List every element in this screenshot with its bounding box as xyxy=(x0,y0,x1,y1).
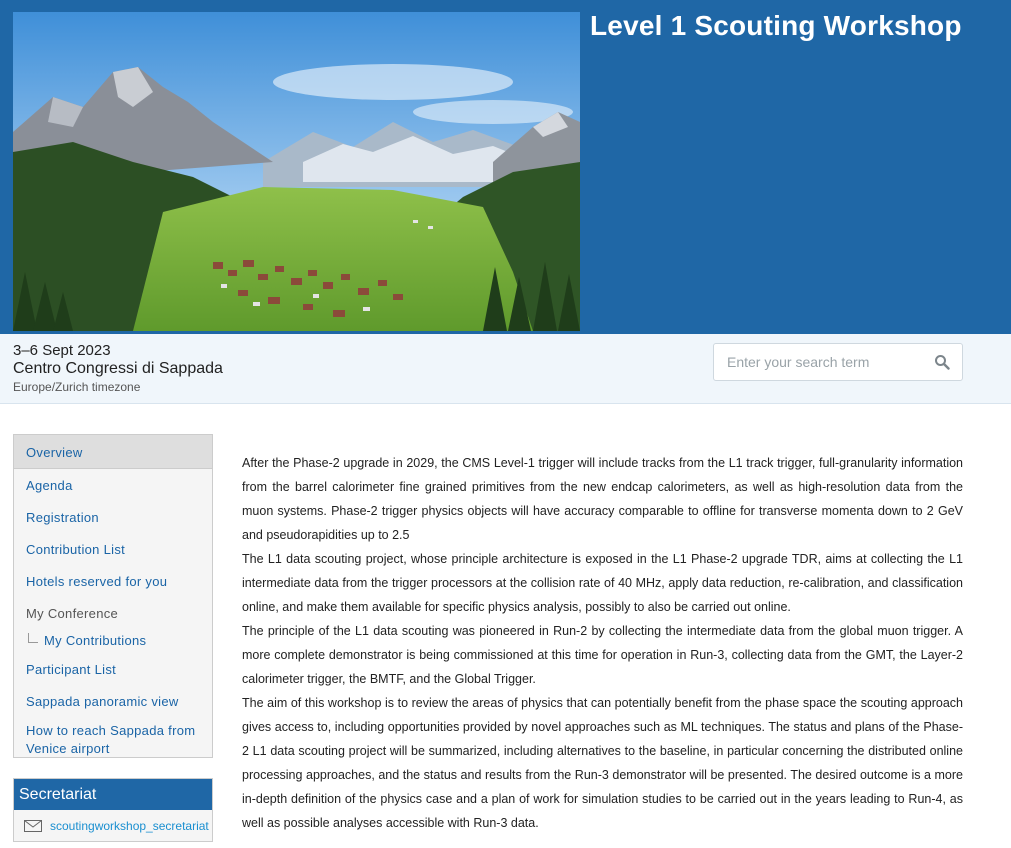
menu-item-panoramic-view[interactable]: Sappada panoramic view xyxy=(14,685,212,717)
mail-icon xyxy=(24,820,42,832)
event-dates: 3–6 Sept 2023 xyxy=(13,342,111,359)
secretariat-title: Secretariat xyxy=(14,779,212,810)
menu-item-participant-list[interactable]: Participant List xyxy=(14,653,212,685)
search-input[interactable] xyxy=(714,344,924,380)
event-menu: Overview Agenda Registration Contributio… xyxy=(13,434,213,758)
banner-image xyxy=(13,12,580,331)
description-paragraph: The aim of this workshop is to review th… xyxy=(242,696,963,830)
menu-item-my-contributions[interactable]: My Contributions xyxy=(14,629,212,653)
description-paragraph: After the Phase-2 upgrade in 2029, the C… xyxy=(242,456,963,542)
menu-item-my-conference: My Conference xyxy=(26,606,119,621)
secretariat-email: scoutingworkshop_secretariat xyxy=(50,819,209,833)
menu-item-contribution-list[interactable]: Contribution List xyxy=(14,533,212,565)
menu-item-my-contributions-label: My Contributions xyxy=(44,633,147,648)
secretariat-box: Secretariat scoutingworkshop_secretariat xyxy=(13,778,213,842)
menu-item-how-to-reach[interactable]: How to reach Sappada from Venice airport xyxy=(14,717,212,757)
event-description: After the Phase-2 upgrade in 2029, the C… xyxy=(242,451,963,835)
menu-item-hotels[interactable]: Hotels reserved for you xyxy=(14,565,212,597)
search-box[interactable] xyxy=(713,343,963,381)
menu-item-agenda[interactable]: Agenda xyxy=(14,469,212,501)
event-title[interactable]: Level 1 Scouting Workshop xyxy=(590,10,962,42)
secretariat-email-link[interactable]: scoutingworkshop_secretariat xyxy=(24,819,209,835)
sappada-landscape-image xyxy=(13,12,580,331)
event-venue: Centro Congressi di Sappada xyxy=(13,360,223,377)
search-icon[interactable] xyxy=(934,354,950,370)
menu-item-overview[interactable]: Overview xyxy=(14,435,212,469)
menu-item-registration[interactable]: Registration xyxy=(14,501,212,533)
event-header: Level 1 Scouting Workshop xyxy=(0,0,1011,334)
event-info-bar: 3–6 Sept 2023 Centro Congressi di Sappad… xyxy=(0,334,1011,404)
description-paragraph: The L1 data scouting project, whose prin… xyxy=(242,552,963,614)
tree-connector-icon xyxy=(28,633,38,643)
description-paragraph: The principle of the L1 data scouting wa… xyxy=(242,624,963,686)
event-timezone: Europe/Zurich timezone xyxy=(13,380,141,394)
